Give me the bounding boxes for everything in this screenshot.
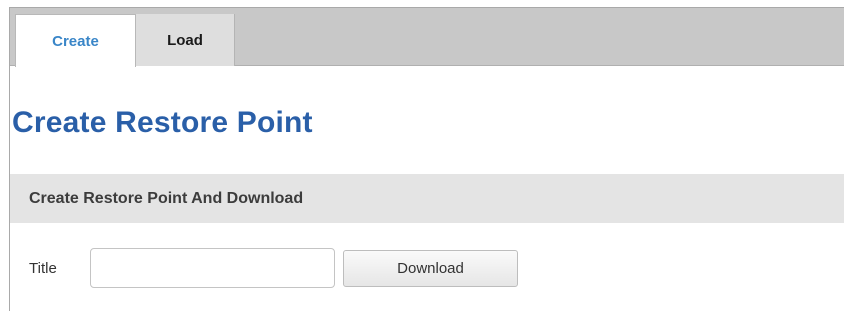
title-input[interactable]: [90, 248, 335, 288]
tab-load-label: Load: [167, 31, 203, 49]
tab-bar: Create Load: [10, 8, 844, 67]
tab-create[interactable]: Create: [15, 14, 136, 67]
tab-load[interactable]: Load: [136, 14, 235, 66]
main-panel: Create Load Create Restore Point Create …: [9, 7, 844, 311]
page-title: Create Restore Point: [12, 106, 313, 139]
section-header: Create Restore Point And Download: [10, 174, 844, 223]
download-button[interactable]: Download: [343, 250, 518, 287]
restore-point-form: Title Download: [10, 248, 844, 288]
tab-create-label: Create: [52, 32, 99, 50]
title-label: Title: [29, 260, 57, 277]
